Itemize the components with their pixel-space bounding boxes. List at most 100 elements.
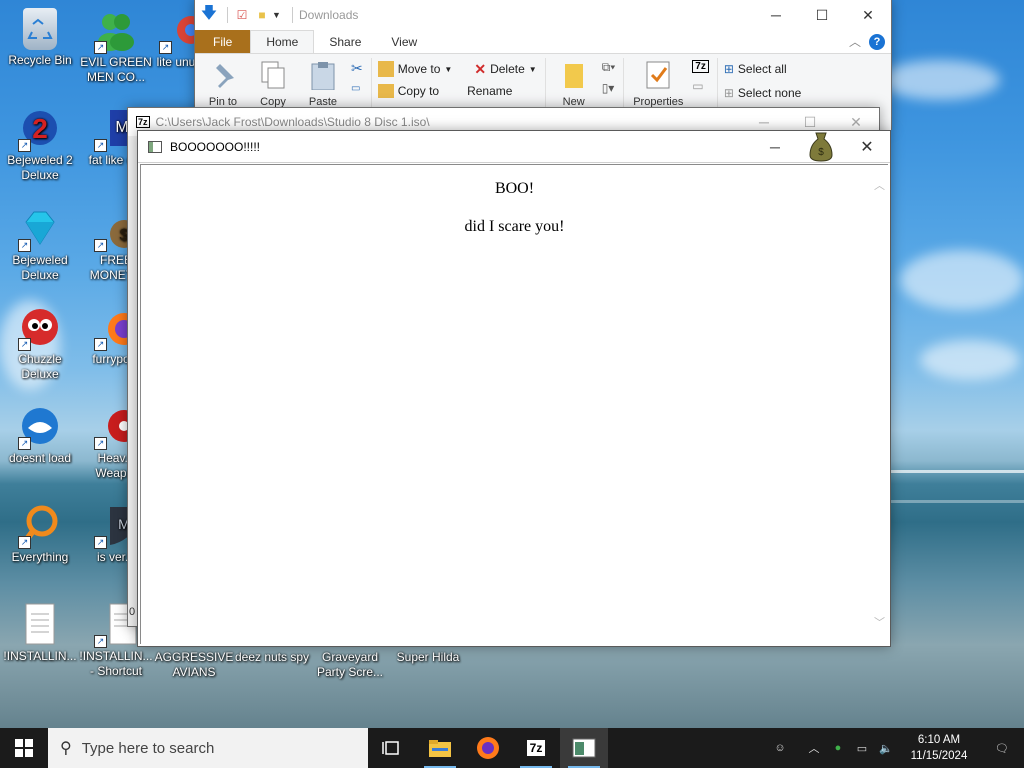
quick-access-down-icon[interactable]: 🡇 [195, 2, 223, 29]
copy-button[interactable]: Copy [251, 58, 295, 108]
svg-text:$: $ [818, 147, 824, 158]
file-explorer-icon [429, 740, 451, 757]
properties-check-icon[interactable]: ☑ [232, 8, 252, 22]
scroll-down-icon[interactable]: ﹀ [874, 614, 885, 630]
copy-icon [258, 60, 288, 90]
app-window-icon [148, 140, 162, 153]
window-title: BOOOOOOO!!!!! [170, 139, 261, 154]
money-bag-cursor-icon: $ [798, 132, 844, 162]
help-icon[interactable]: ? [869, 34, 885, 50]
tab-home[interactable]: Home [250, 30, 315, 53]
select-all-button[interactable]: ⊞ Select all [724, 58, 787, 80]
paste-button[interactable]: Paste [301, 58, 345, 108]
move-to-button[interactable]: Move to ▼ ✕ Delete ▼ [377, 58, 537, 80]
separator [292, 7, 293, 23]
chuzzle-icon: ↗ [18, 305, 62, 351]
text-file-icon [18, 602, 62, 646]
taskbar-firefox[interactable] [464, 728, 512, 768]
boo-heading: BOO! [494, 180, 535, 197]
task-view-icon [382, 741, 399, 755]
recycle-bin-icon [23, 8, 57, 50]
scroll-up-icon[interactable]: ︿ [874, 177, 885, 193]
clock-time: 6:10 AM [917, 734, 961, 746]
search-placeholder: Type here to search [81, 739, 215, 757]
people-icon[interactable]: ☺ [768, 728, 792, 768]
desktop-icon-bejeweled-deluxe[interactable]: ↗ Bejeweled Deluxe [0, 206, 80, 283]
magnifier-icon: ↗ [18, 503, 62, 549]
select-all-icon: ⊞ [723, 62, 734, 76]
desktop-icon-super-hilda[interactable]: Super Hilda [388, 650, 468, 665]
rename-button[interactable]: Rename [467, 84, 512, 98]
taskbar-search-box[interactable]: ⚲ Type here to search [48, 728, 368, 768]
taskbar-file-explorer[interactable] [416, 728, 464, 768]
tab-share[interactable]: Share [314, 30, 376, 53]
delete-button[interactable]: Delete [490, 62, 525, 76]
diamond-icon: ↗ [18, 206, 62, 252]
7zip-icon: 7z [136, 116, 150, 128]
7zip-icon: 7z [526, 740, 546, 756]
minimize-button[interactable]: ─ [752, 132, 798, 162]
new-folder-button[interactable]: New [552, 58, 596, 108]
separator [227, 7, 228, 23]
ribbon-tabs: File Home Share View ︿ ? [195, 30, 891, 54]
boo-titlebar[interactable]: BOOOOOOO!!!!! ─ $ ✕ [138, 131, 890, 163]
desktop-icon-evil-green-men[interactable]: ↗ EVIL GREEN MEN CO... [76, 8, 156, 85]
new-item-icon[interactable]: ⧉▾ [602, 60, 616, 75]
thunderbird-icon: ↗ [18, 404, 62, 450]
desktop-icon-recycle-bin[interactable]: Recycle Bin [0, 8, 80, 68]
desktop-icon-chuzzle[interactable]: ↗ Chuzzle Deluxe [0, 305, 80, 382]
copy-path-icon[interactable]: ▭ [351, 83, 363, 94]
notifications-icon[interactable]: 🗨 [980, 728, 1024, 768]
desktop-icon-aggressive-avians[interactable]: AGGRESSIVE AVIANS [154, 650, 234, 680]
open-7z-icon[interactable]: 7z [692, 60, 709, 73]
tab-view[interactable]: View [376, 30, 432, 53]
volume-icon[interactable]: 🔈 [874, 728, 898, 768]
desktop-icon-doesnt-load[interactable]: ↗ doesnt load [0, 404, 80, 466]
desktop-icon-bejeweled-2[interactable]: 2 ↗ Bejeweled 2 Deluxe [0, 106, 80, 183]
properties-button[interactable]: Properties [630, 58, 686, 108]
desktop-icon-installing[interactable]: !INSTALLIN... [0, 602, 80, 664]
green-men-tray-icon[interactable]: ● [826, 728, 850, 768]
network-icon[interactable]: ▭ [850, 728, 874, 768]
taskbar-7zip[interactable]: 7z [512, 728, 560, 768]
copy-to-button[interactable]: Copy to Rename [377, 84, 512, 98]
desktop-icon-everything[interactable]: ↗ Everything [0, 503, 80, 565]
taskbar: ⚲ Type here to search 7z ☺ ︿ ● ▭ 🔈 6:10 … [0, 728, 1024, 768]
green-men-icon: ↗ [94, 8, 138, 54]
customize-dropdown-icon[interactable]: ▼ [272, 10, 286, 20]
desktop-icon-deez-nuts-spy[interactable]: deez nuts spy [232, 650, 312, 665]
tab-file[interactable]: File [195, 30, 251, 53]
boo-window[interactable]: BOOOOOOO!!!!! ─ $ ✕ BOO! did I scare you… [137, 130, 891, 647]
vertical-scrollbar[interactable]: ︿ ﹀ [871, 165, 888, 644]
folder-icon [377, 84, 394, 98]
bejeweled-2-icon: 2 ↗ [18, 106, 62, 152]
clock[interactable]: 6:10 AM 11/15/2024 [898, 732, 980, 764]
system-tray: ☺ ︿ ● ▭ 🔈 6:10 AM 11/15/2024 🗨 [768, 728, 1024, 768]
task-view-button[interactable] [368, 728, 416, 768]
select-none-icon: ⊞ [723, 86, 734, 100]
firefox-icon [477, 737, 499, 759]
edit-icon[interactable]: ▭ [692, 79, 709, 93]
cut-icon[interactable]: ✂ [351, 60, 363, 77]
delete-x-icon: ✕ [474, 60, 487, 77]
desktop-icon-graveyard-party[interactable]: Graveyard Party Scre... [310, 650, 390, 680]
close-button[interactable]: ✕ [844, 132, 890, 162]
start-button[interactable] [0, 728, 48, 768]
maximize-button[interactable]: ☐ [799, 0, 845, 30]
minimize-button[interactable]: ─ [753, 0, 799, 30]
windows-logo-icon [15, 739, 33, 757]
properties-icon [643, 60, 673, 90]
taskbar-boo-app[interactable] [560, 728, 608, 768]
clock-date: 11/15/2024 [910, 750, 968, 762]
select-none-button[interactable]: ⊞ Select none [724, 82, 801, 104]
app-window-icon [572, 738, 596, 758]
show-hidden-icons-chevron[interactable]: ︿ [802, 728, 826, 768]
close-button[interactable]: ✕ [845, 0, 891, 30]
ribbon-collapse-icon[interactable]: ︿ [843, 30, 867, 53]
explorer-titlebar[interactable]: 🡇 ☑ ■ ▼ Downloads ─ ☐ ✕ [195, 0, 891, 30]
easy-access-icon[interactable]: ▯▾ [602, 81, 616, 95]
window-title: C:\Users\Jack Frost\Downloads\Studio 8 D… [155, 115, 430, 129]
boo-message: did I scare you! [464, 218, 565, 235]
new-folder-icon[interactable]: ■ [252, 8, 272, 22]
clipboard-icon [308, 60, 338, 91]
